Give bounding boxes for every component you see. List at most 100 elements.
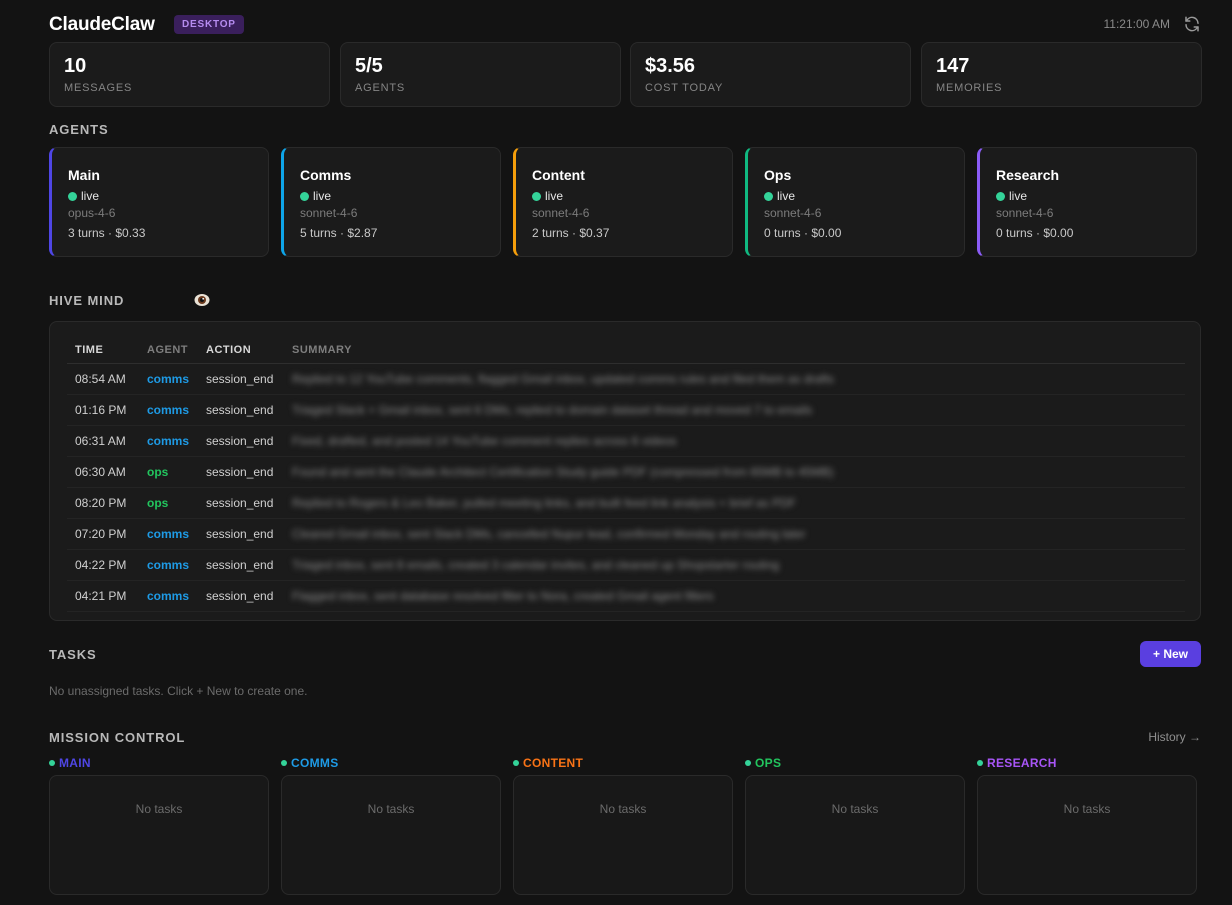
stat-messages: 10 MESSAGES — [49, 42, 330, 107]
row-agent[interactable]: comms — [147, 589, 189, 603]
agents-section-title: AGENTS — [49, 122, 109, 137]
agent-status: live — [300, 189, 331, 203]
row-agent[interactable]: comms — [147, 372, 189, 386]
table-row[interactable]: 06:31 AM comms session_end Fixed, drafted, … — [67, 426, 1185, 457]
row-agent[interactable]: comms — [147, 527, 189, 541]
refresh-icon[interactable] — [1183, 15, 1201, 33]
row-action: session_end — [206, 465, 274, 479]
mission-column-label-content: CONTENT — [513, 756, 583, 770]
agent-name: Ops — [764, 167, 792, 183]
environment-badge: DESKTOP — [174, 15, 244, 34]
agent-status: live — [764, 189, 795, 203]
history-link[interactable]: History → — [1148, 730, 1201, 744]
mission-column-research[interactable]: No tasks — [977, 775, 1197, 895]
row-action: session_end — [206, 589, 274, 603]
row-action: session_end — [206, 496, 274, 510]
row-summary: Triaged inbox, sent 8 emails, created 3 … — [292, 558, 780, 572]
agent-card-main[interactable]: Main live opus-4-6 3 turns · $0.33 — [49, 147, 269, 257]
status-dot-icon — [532, 192, 541, 201]
column-label-text: COMMS — [291, 756, 339, 770]
agent-model: opus-4-6 — [68, 206, 116, 220]
agent-card-comms[interactable]: Comms live sonnet-4-6 5 turns · $2.87 — [281, 147, 501, 257]
agent-status-text: live — [545, 189, 564, 203]
status-dot-icon — [49, 760, 55, 766]
mission-column-label-research: RESEARCH — [977, 756, 1057, 770]
row-agent[interactable]: comms — [147, 403, 189, 417]
empty-column-text: No tasks — [367, 802, 415, 816]
stat-label: COST TODAY — [645, 82, 724, 94]
status-dot-icon — [513, 760, 519, 766]
status-dot-icon — [68, 192, 77, 201]
empty-column-text: No tasks — [1063, 802, 1111, 816]
row-time: 08:20 PM — [75, 496, 127, 510]
empty-column-text: No tasks — [831, 802, 879, 816]
row-summary: Fixed, drafted, and posted 14 YouTube co… — [292, 434, 677, 448]
header: ClaudeClaw DESKTOP 11:21:00 AM — [49, 12, 1201, 38]
row-summary: Triaged Slack + Gmail inbox, sent 6 DMs,… — [292, 403, 813, 417]
agent-status-text: live — [1009, 189, 1028, 203]
status-dot-icon — [281, 760, 287, 766]
agent-status-text: live — [313, 189, 332, 203]
row-agent[interactable]: ops — [147, 496, 168, 510]
mission-column-label-main: MAIN — [49, 756, 91, 770]
agent-model: sonnet-4-6 — [300, 206, 358, 220]
mission-column-main[interactable]: No tasks — [49, 775, 269, 895]
stat-agents: 5/5 AGENTS — [340, 42, 621, 107]
agent-status: live — [532, 189, 563, 203]
status-dot-icon — [764, 192, 773, 201]
agent-meta: 3 turns · $0.33 — [68, 226, 146, 240]
app-title: ClaudeClaw — [49, 14, 155, 35]
agent-card-ops[interactable]: Ops live sonnet-4-6 0 turns · $0.00 — [745, 147, 965, 257]
table-row[interactable]: 04:21 PM comms session_end Flagged inbox, s… — [67, 581, 1185, 612]
empty-column-text: No tasks — [135, 802, 183, 816]
table-row[interactable]: 08:20 PM ops session_end Replied to Rogers … — [67, 488, 1185, 519]
row-summary: Replied to 12 YouTube comments, flagged … — [292, 372, 834, 386]
table-row[interactable]: 08:54 AM comms session_end Replied to 12 Yo… — [67, 364, 1185, 395]
stat-value: 10 — [64, 55, 87, 77]
table-row[interactable]: 07:20 PM comms session_end Cleared Gmail in… — [67, 519, 1185, 550]
agent-status: live — [996, 189, 1027, 203]
column-label-text: MAIN — [59, 756, 91, 770]
agent-card-content[interactable]: Content live sonnet-4-6 2 turns · $0.37 — [513, 147, 733, 257]
column-header-action: ACTION — [206, 344, 252, 356]
table-row[interactable]: 06:30 AM ops session_end Found and sent the… — [67, 457, 1185, 488]
row-time: 06:30 AM — [75, 465, 126, 479]
status-dot-icon — [745, 760, 751, 766]
new-task-button[interactable]: + New — [1140, 641, 1201, 667]
row-action: session_end — [206, 434, 274, 448]
mission-column-content[interactable]: No tasks — [513, 775, 733, 895]
row-agent[interactable]: ops — [147, 465, 168, 479]
row-agent[interactable]: comms — [147, 434, 189, 448]
row-agent[interactable]: comms — [147, 558, 189, 572]
row-time: 01:16 PM — [75, 403, 127, 417]
column-header-time: TIME — [75, 344, 104, 356]
empty-column-text: No tasks — [599, 802, 647, 816]
row-time: 06:31 AM — [75, 434, 126, 448]
table-row[interactable]: 01:16 PM comms session_end Triaged Slack + … — [67, 395, 1185, 426]
row-action: session_end — [206, 558, 274, 572]
row-time: 07:20 PM — [75, 527, 127, 541]
row-summary: Cleared Gmail inbox, sent Slack DMs, can… — [292, 527, 806, 541]
agent-status-text: live — [81, 189, 100, 203]
mission-column-label-ops: OPS — [745, 756, 781, 770]
table-row[interactable]: 04:22 PM comms session_end Triaged inbox, s… — [67, 550, 1185, 581]
mission-column-ops[interactable]: No tasks — [745, 775, 965, 895]
column-header-summary: SUMMARY — [292, 344, 352, 356]
eye-icon[interactable] — [194, 293, 210, 307]
status-dot-icon — [996, 192, 1005, 201]
hive-mind-title: HIVE MIND — [49, 293, 125, 308]
hive-mind-table[interactable]: TIME AGENT ACTION SUMMARY 08:54 AM comms s… — [49, 321, 1201, 621]
mission-control-title: MISSION CONTROL — [49, 730, 186, 745]
mission-column-comms[interactable]: No tasks — [281, 775, 501, 895]
table-header: TIME AGENT ACTION SUMMARY — [67, 344, 1185, 364]
agent-card-research[interactable]: Research live sonnet-4-6 0 turns · $0.00 — [977, 147, 1197, 257]
row-summary: Found and sent the Claude Architect Cert… — [292, 465, 834, 479]
agent-name: Content — [532, 167, 585, 183]
stat-cost-today: $3.56 COST TODAY — [630, 42, 911, 107]
row-action: session_end — [206, 527, 274, 541]
agent-name: Comms — [300, 167, 352, 183]
clock: 11:21:00 AM — [1103, 17, 1171, 31]
row-summary: Replied to Rogers & Leo Baker, pulled me… — [292, 496, 796, 510]
stats-row: 10 MESSAGES 5/5 AGENTS $3.56 COST TODAY … — [49, 42, 1202, 107]
row-action: session_end — [206, 403, 274, 417]
